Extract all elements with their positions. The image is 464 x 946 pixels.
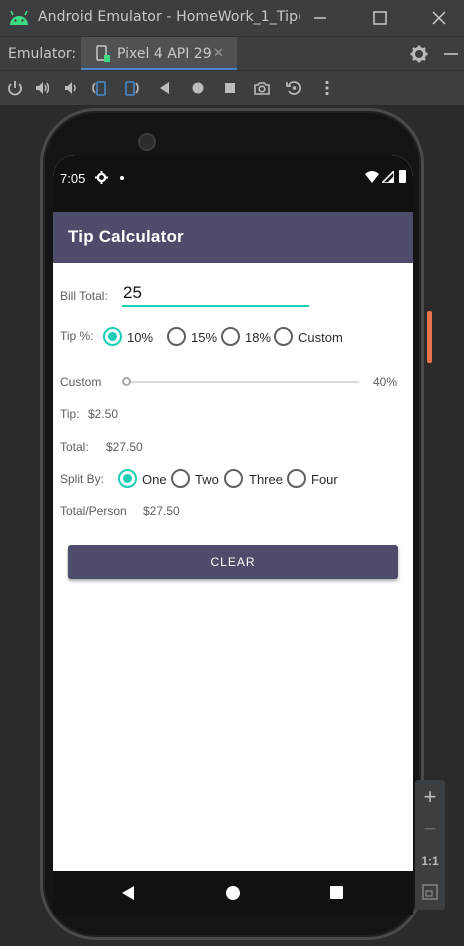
close-icon[interactable] — [429, 8, 449, 28]
wifi-icon — [365, 171, 379, 183]
split-option-label: One — [142, 472, 167, 487]
minimize-icon[interactable] — [310, 8, 330, 28]
per-person-label: Total/Person — [60, 504, 127, 518]
battery-icon — [399, 170, 406, 183]
nav-recents-icon[interactable] — [330, 886, 343, 899]
tip-option-label: 18% — [245, 330, 272, 345]
tip-amount-value: $2.50 — [88, 407, 119, 421]
custom-tip-slider-thumb[interactable] — [122, 377, 131, 386]
nav-home-icon[interactable] — [226, 886, 240, 900]
side-button-marker[interactable] — [427, 311, 432, 363]
split-radio-three[interactable] — [224, 469, 243, 488]
split-option-label: Four — [311, 472, 338, 487]
overview-icon[interactable] — [221, 79, 239, 97]
zoom-out-icon[interactable]: − — [415, 816, 445, 842]
status-bar: 7:05 — [53, 155, 413, 212]
volume-down-icon[interactable] — [62, 79, 80, 97]
emulator-toolbar — [0, 70, 464, 106]
tip-percent-label: Tip %: — [60, 329, 94, 343]
split-radio-four[interactable] — [287, 469, 306, 488]
split-by-label: Split By: — [60, 472, 105, 486]
emulator-label: Emulator: — [8, 46, 77, 62]
window-title-bar: Android Emulator - HomeWork_1_Tip( — [0, 0, 464, 36]
signal-icon — [382, 171, 394, 183]
notification-dot-icon — [120, 176, 124, 180]
tab-pixel-4[interactable]: Pixel 4 API 29 ✕ — [81, 37, 237, 71]
zoom-in-icon[interactable]: + — [415, 784, 445, 810]
window-title: Android Emulator - HomeWork_1_Tip( — [38, 9, 300, 25]
volume-up-icon[interactable] — [34, 79, 52, 97]
actual-size-button[interactable]: 1:1 — [415, 854, 445, 868]
split-radio-two[interactable] — [171, 469, 190, 488]
snapshot-icon[interactable] — [285, 79, 303, 97]
device-icon — [96, 45, 110, 62]
phone-screen: 7:05 Tip Calculator Bill Total: Tip %: 1… — [53, 155, 413, 915]
tip-radio-15[interactable] — [167, 327, 186, 346]
tip-radio-18[interactable] — [221, 327, 240, 346]
tip-option-label: 15% — [191, 330, 218, 345]
rotate-right-icon[interactable] — [123, 79, 141, 97]
tab-close-icon[interactable]: ✕ — [213, 46, 224, 61]
zoom-controls: + − 1:1 — [415, 780, 445, 910]
emulator-tab-bar: Emulator: Pixel 4 API 29 ✕ — [0, 36, 464, 71]
maximize-icon[interactable] — [370, 8, 390, 28]
gear-icon[interactable] — [410, 45, 428, 63]
camera-lens — [138, 133, 156, 151]
tip-option-label: Custom — [298, 330, 343, 345]
bill-total-label: Bill Total: — [60, 289, 108, 303]
back-icon[interactable] — [156, 79, 174, 97]
split-radio-one[interactable] — [118, 469, 137, 488]
per-person-value: $27.50 — [143, 504, 180, 518]
split-option-label: Two — [195, 472, 219, 487]
custom-tip-slider[interactable] — [127, 381, 359, 383]
split-option-label: Three — [249, 472, 283, 487]
clear-button[interactable]: CLEAR — [68, 545, 398, 579]
tip-amount-label: Tip: — [60, 407, 80, 421]
fit-screen-icon[interactable] — [422, 884, 438, 900]
navigation-bar — [53, 871, 413, 915]
app-title: Tip Calculator — [68, 227, 184, 246]
more-icon[interactable] — [318, 79, 336, 97]
camera-icon[interactable] — [253, 79, 271, 97]
app-bar: Tip Calculator — [53, 212, 413, 263]
tip-radio-custom[interactable] — [274, 327, 293, 346]
hide-panel-icon[interactable] — [444, 53, 458, 55]
tip-option-label: 10% — [127, 330, 154, 345]
status-time: 7:05 — [60, 171, 86, 186]
custom-percent-value: 40% — [373, 375, 398, 389]
total-label: Total: — [60, 440, 89, 454]
total-value: $27.50 — [106, 440, 143, 454]
settings-notification-icon — [95, 171, 108, 184]
tab-label: Pixel 4 API 29 — [117, 46, 212, 62]
custom-label: Custom — [60, 375, 102, 389]
nav-back-icon[interactable] — [122, 886, 134, 900]
tip-radio-10[interactable] — [103, 327, 122, 346]
bill-total-input[interactable] — [122, 281, 309, 307]
android-icon — [10, 10, 28, 25]
rotate-left-icon[interactable] — [90, 79, 108, 97]
power-icon[interactable] — [6, 79, 24, 97]
home-icon[interactable] — [189, 79, 207, 97]
